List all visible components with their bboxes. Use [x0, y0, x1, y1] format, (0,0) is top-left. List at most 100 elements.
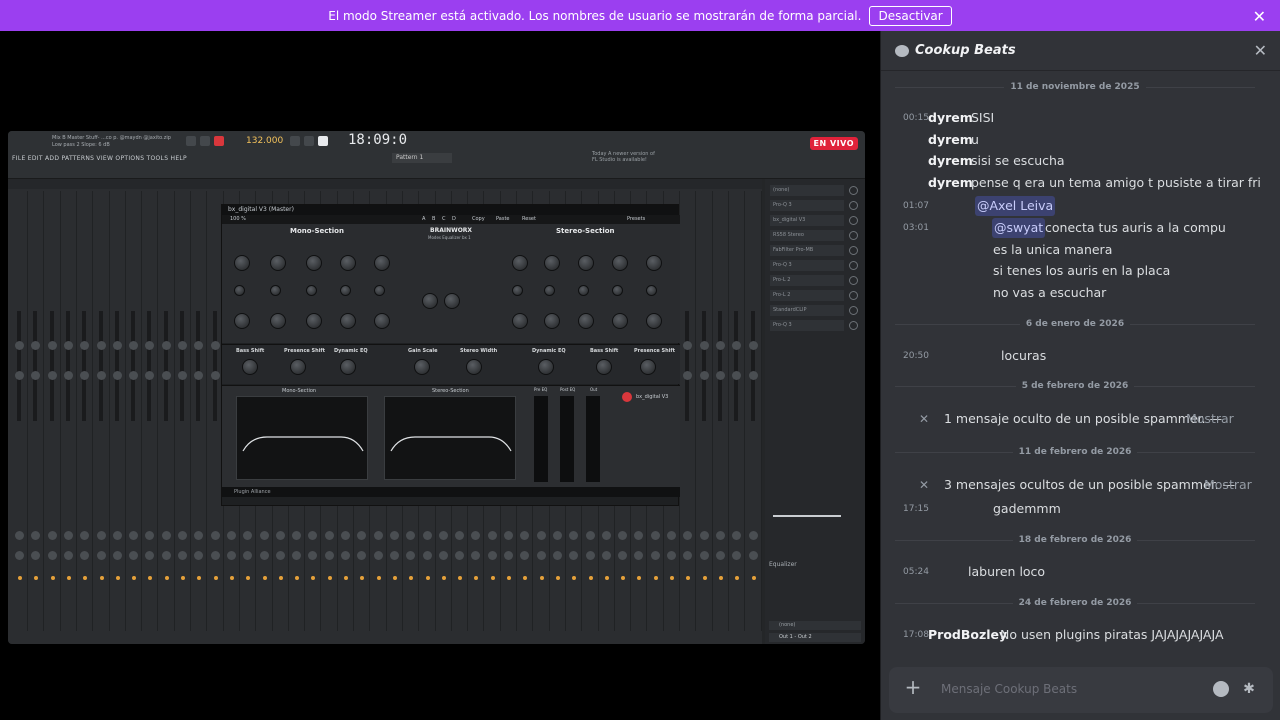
emoji-icon[interactable]	[1213, 681, 1229, 697]
message-row: no vas a escuchar	[881, 283, 1280, 303]
strip-knob	[748, 341, 758, 350]
username[interactable]: dyrem	[928, 173, 973, 193]
mixer-strip	[45, 191, 61, 631]
deactivate-button[interactable]: Desactivar	[869, 5, 952, 26]
brand-label: BRAINWORX	[430, 227, 473, 234]
effect-slot: Pro-Q 3	[770, 200, 844, 211]
show-hidden-link[interactable]: Mostrar	[1186, 409, 1234, 429]
slot-toggle-icon	[849, 276, 858, 285]
message-composer[interactable]: + Mensaje Cookup Beats ✱	[889, 667, 1273, 713]
strip-knob	[536, 531, 546, 540]
apps-icon[interactable]: ✱	[1241, 681, 1257, 697]
eq-knob	[340, 285, 351, 296]
strip-knob	[194, 551, 204, 560]
message-row: 00:15 dyrem SISI	[881, 108, 1280, 128]
time-display: 18:09:0	[348, 132, 408, 148]
strip-knob	[373, 531, 383, 540]
dynamic-label: Presence Shift	[634, 348, 675, 354]
eq-knob	[544, 313, 560, 329]
strip-knob	[715, 371, 725, 380]
strip-knob	[422, 551, 432, 560]
fader-track	[180, 311, 184, 421]
date-label: 5 de febrero de 2026	[1021, 381, 1129, 391]
fader-track	[701, 311, 706, 421]
fader-track	[114, 311, 119, 421]
message-row: es la unica manera	[881, 240, 1280, 260]
strip-led	[392, 576, 397, 580]
strip-knob	[96, 341, 106, 350]
strip-knob	[732, 371, 742, 380]
strip-knob	[650, 551, 660, 560]
user-mention[interactable]: @swyat	[992, 218, 1046, 238]
username[interactable]: dyrem	[928, 130, 973, 150]
daw-header-line: Mix B Master Stuff- ...co p. @maydn @jax…	[52, 135, 171, 141]
strip-led	[604, 576, 609, 580]
strip-knob	[63, 371, 73, 380]
plugin-footer: Plugin Alliance	[222, 487, 680, 497]
strip-knob	[715, 341, 725, 350]
strip-knob	[210, 371, 220, 380]
message-input-placeholder[interactable]: Mensaje Cookup Beats	[941, 682, 1077, 696]
strip-knob	[341, 551, 350, 560]
show-hidden-link[interactable]: Mostrar	[1204, 475, 1252, 495]
strip-knob	[161, 531, 171, 540]
strip-knob	[634, 531, 644, 540]
strip-led	[246, 576, 251, 580]
message-text: No usen plugins piratas JAJAJAJAJAJA	[1000, 627, 1224, 642]
equalizer-label: Equalizer	[769, 561, 797, 568]
strip-knob	[487, 551, 497, 560]
add-attachment-icon[interactable]: +	[903, 677, 923, 697]
strip-knob	[194, 531, 204, 540]
strip-led	[50, 576, 55, 580]
strip-knob	[667, 551, 676, 560]
timestamp: 05:24	[903, 567, 929, 577]
strip-knob	[63, 341, 73, 350]
message-row: si tenes los auris en la placa	[881, 261, 1280, 281]
strip-knob	[650, 531, 660, 540]
update-notice: Today A newer version of FL Studio is av…	[592, 151, 655, 163]
message-row: 17:15 gademmm	[881, 499, 1280, 519]
strip-knob	[585, 551, 595, 560]
eq-knob	[374, 285, 385, 296]
eq-knob	[646, 255, 662, 271]
dynamic-knob	[596, 359, 612, 375]
message-text: pense q era un tema amigo t pusiste a ti…	[971, 175, 1261, 190]
username[interactable]: dyrem	[928, 151, 973, 171]
strip-knob	[520, 551, 530, 560]
pattern-mode-icon	[318, 136, 328, 146]
fader-track	[98, 311, 103, 421]
strip-knob	[145, 551, 155, 560]
username[interactable]: ProdBozley	[928, 625, 1007, 645]
eq-knob	[270, 313, 286, 329]
strip-knob	[145, 341, 155, 350]
close-icon[interactable]: ✕	[919, 409, 929, 429]
dynamic-knob	[340, 359, 356, 375]
strip-knob	[308, 531, 318, 540]
username[interactable]: dyrem	[928, 108, 973, 128]
date-label: 24 de febrero de 2026	[1018, 598, 1132, 608]
dynamic-label: Stereo Width	[460, 348, 498, 354]
effect-slot: FabFilter Pro-MB	[770, 245, 844, 256]
strip-led	[327, 576, 332, 580]
strip-knob	[31, 371, 41, 380]
pattern-selector: Pattern 1	[392, 153, 452, 163]
out-meter	[586, 396, 600, 482]
close-icon[interactable]: ✕	[919, 475, 929, 495]
close-chat-icon[interactable]: ✕	[1254, 41, 1267, 60]
strip-knob	[31, 341, 41, 350]
zoom-label: 100 %	[230, 216, 246, 222]
user-mention[interactable]: @Axel Leiva	[975, 196, 1056, 216]
close-icon[interactable]: ✕	[1253, 7, 1266, 26]
strip-knob	[504, 531, 513, 540]
eq-knob	[374, 255, 390, 271]
strip-knob	[406, 551, 416, 560]
fader-track	[212, 311, 217, 421]
post-eq-meter	[560, 396, 574, 482]
strip-led	[213, 576, 218, 580]
strip-knob	[275, 551, 285, 560]
strip-knob	[15, 371, 24, 380]
strip-knob	[732, 341, 742, 350]
pre-eq-label: Pre EQ	[534, 387, 548, 392]
post-eq-label: Post EQ	[560, 387, 576, 392]
plugin-title-bar: bx_digital V3 (Master)	[222, 205, 678, 215]
